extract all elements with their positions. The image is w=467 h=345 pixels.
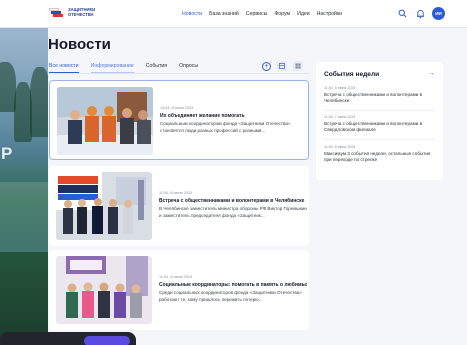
weekly-events-panel: События недели → 11:54, 8 июня 2024 Встр… (316, 62, 443, 180)
news-excerpt: Социальным координаторам фонда «Защитник… (160, 121, 291, 133)
tab-informing[interactable]: Информирование (90, 63, 134, 73)
page-title: Новости (48, 36, 111, 53)
event-divider (324, 110, 435, 111)
news-excerpt: В Челябинске заместитель министра оборон… (159, 206, 307, 218)
nav-knowledge-base[interactable]: База знаний (209, 11, 239, 17)
avatar[interactable]: ИИ (432, 7, 445, 20)
news-date: 11:54, 8 июня 2024 (159, 275, 193, 279)
news-title[interactable]: Социальные координаторы: помогать в памя… (159, 282, 307, 288)
event-text: Максимум 3 события недели, остальные соб… (324, 151, 431, 163)
background-scene: P (0, 22, 48, 345)
background-letter: P (1, 144, 13, 163)
tabs-divider (48, 73, 310, 74)
news-card[interactable]: 11:54, 8 июня 2024 Встреча с общественни… (49, 166, 309, 246)
event-item[interactable]: 11:54, 7 июня 2024 Встреча с общественни… (324, 115, 436, 133)
nav-services[interactable]: Сервисы (246, 11, 268, 17)
search-icon[interactable] (396, 8, 408, 20)
logo-text: ЗАЩИТНИКИ ОТЕЧЕСТВА (68, 7, 96, 17)
news-excerpt: Среди социальных координаторов фонда «За… (159, 290, 302, 302)
news-tabs: Все новости Информирование События Опрос… (49, 63, 210, 73)
news-photo (56, 172, 152, 240)
list-view-icon[interactable] (277, 61, 287, 71)
event-text: Встреча с общественниками и волонтерами … (324, 92, 423, 104)
tab-all-news[interactable]: Все новости (49, 63, 79, 73)
event-text: Встреча с общественниками и волонтерами … (324, 121, 423, 133)
background-banner (0, 182, 48, 252)
grid-view-icon[interactable] (293, 61, 303, 71)
news-date: 11:54, 8 июня 2024 (159, 191, 193, 195)
tab-events[interactable]: События (146, 63, 167, 73)
news-date: 13:54, 8 июня 2024 (160, 106, 194, 110)
flag-logo-icon (49, 8, 65, 18)
event-date: 11:54, 8 июня 2024 (324, 86, 356, 90)
news-photo (57, 87, 153, 155)
nav-news[interactable]: Новости (182, 11, 202, 17)
news-card[interactable]: 13:54, 8 июня 2024 Их объединяет желание… (49, 80, 309, 160)
news-card[interactable]: 11:54, 8 июня 2024 Социальные координато… (49, 250, 309, 330)
top-header: ЗАЩИТНИКИ ОТЕЧЕСТВА Новости База знаний … (0, 0, 467, 28)
nav-settings[interactable]: Настройки (317, 11, 342, 17)
news-photo (56, 256, 152, 324)
add-icon[interactable]: + (262, 61, 271, 71)
nav-forum[interactable]: Форум (274, 11, 290, 17)
main-nav: Новости База знаний Сервисы Форум Идеи Н… (182, 11, 349, 17)
view-controls: + (262, 61, 303, 71)
nav-ideas[interactable]: Идеи (297, 11, 310, 17)
event-divider (324, 139, 435, 140)
event-item[interactable]: 11:54, 8 июня 2024 Встреча с общественни… (324, 86, 436, 104)
event-date: 11:54, 8 июня 2024 (324, 145, 356, 149)
header-icons: ИИ (396, 7, 445, 20)
weekly-events-title: События недели (324, 71, 380, 78)
news-title[interactable]: Встреча с общественниками и волонтерами … (159, 198, 307, 204)
news-title[interactable]: Их объединяет желание помогать (160, 113, 308, 119)
bell-icon[interactable] (414, 8, 426, 20)
event-item[interactable]: 11:54, 8 июня 2024 Максимум 3 события не… (324, 145, 436, 163)
tab-polls[interactable]: Опросы (179, 63, 198, 73)
site-logo[interactable]: ЗАЩИТНИКИ ОТЕЧЕСТВА (49, 8, 104, 18)
toast-action-button[interactable] (84, 336, 130, 345)
event-date: 11:54, 7 июня 2024 (324, 115, 356, 119)
arrow-right-icon[interactable]: → (428, 70, 435, 77)
